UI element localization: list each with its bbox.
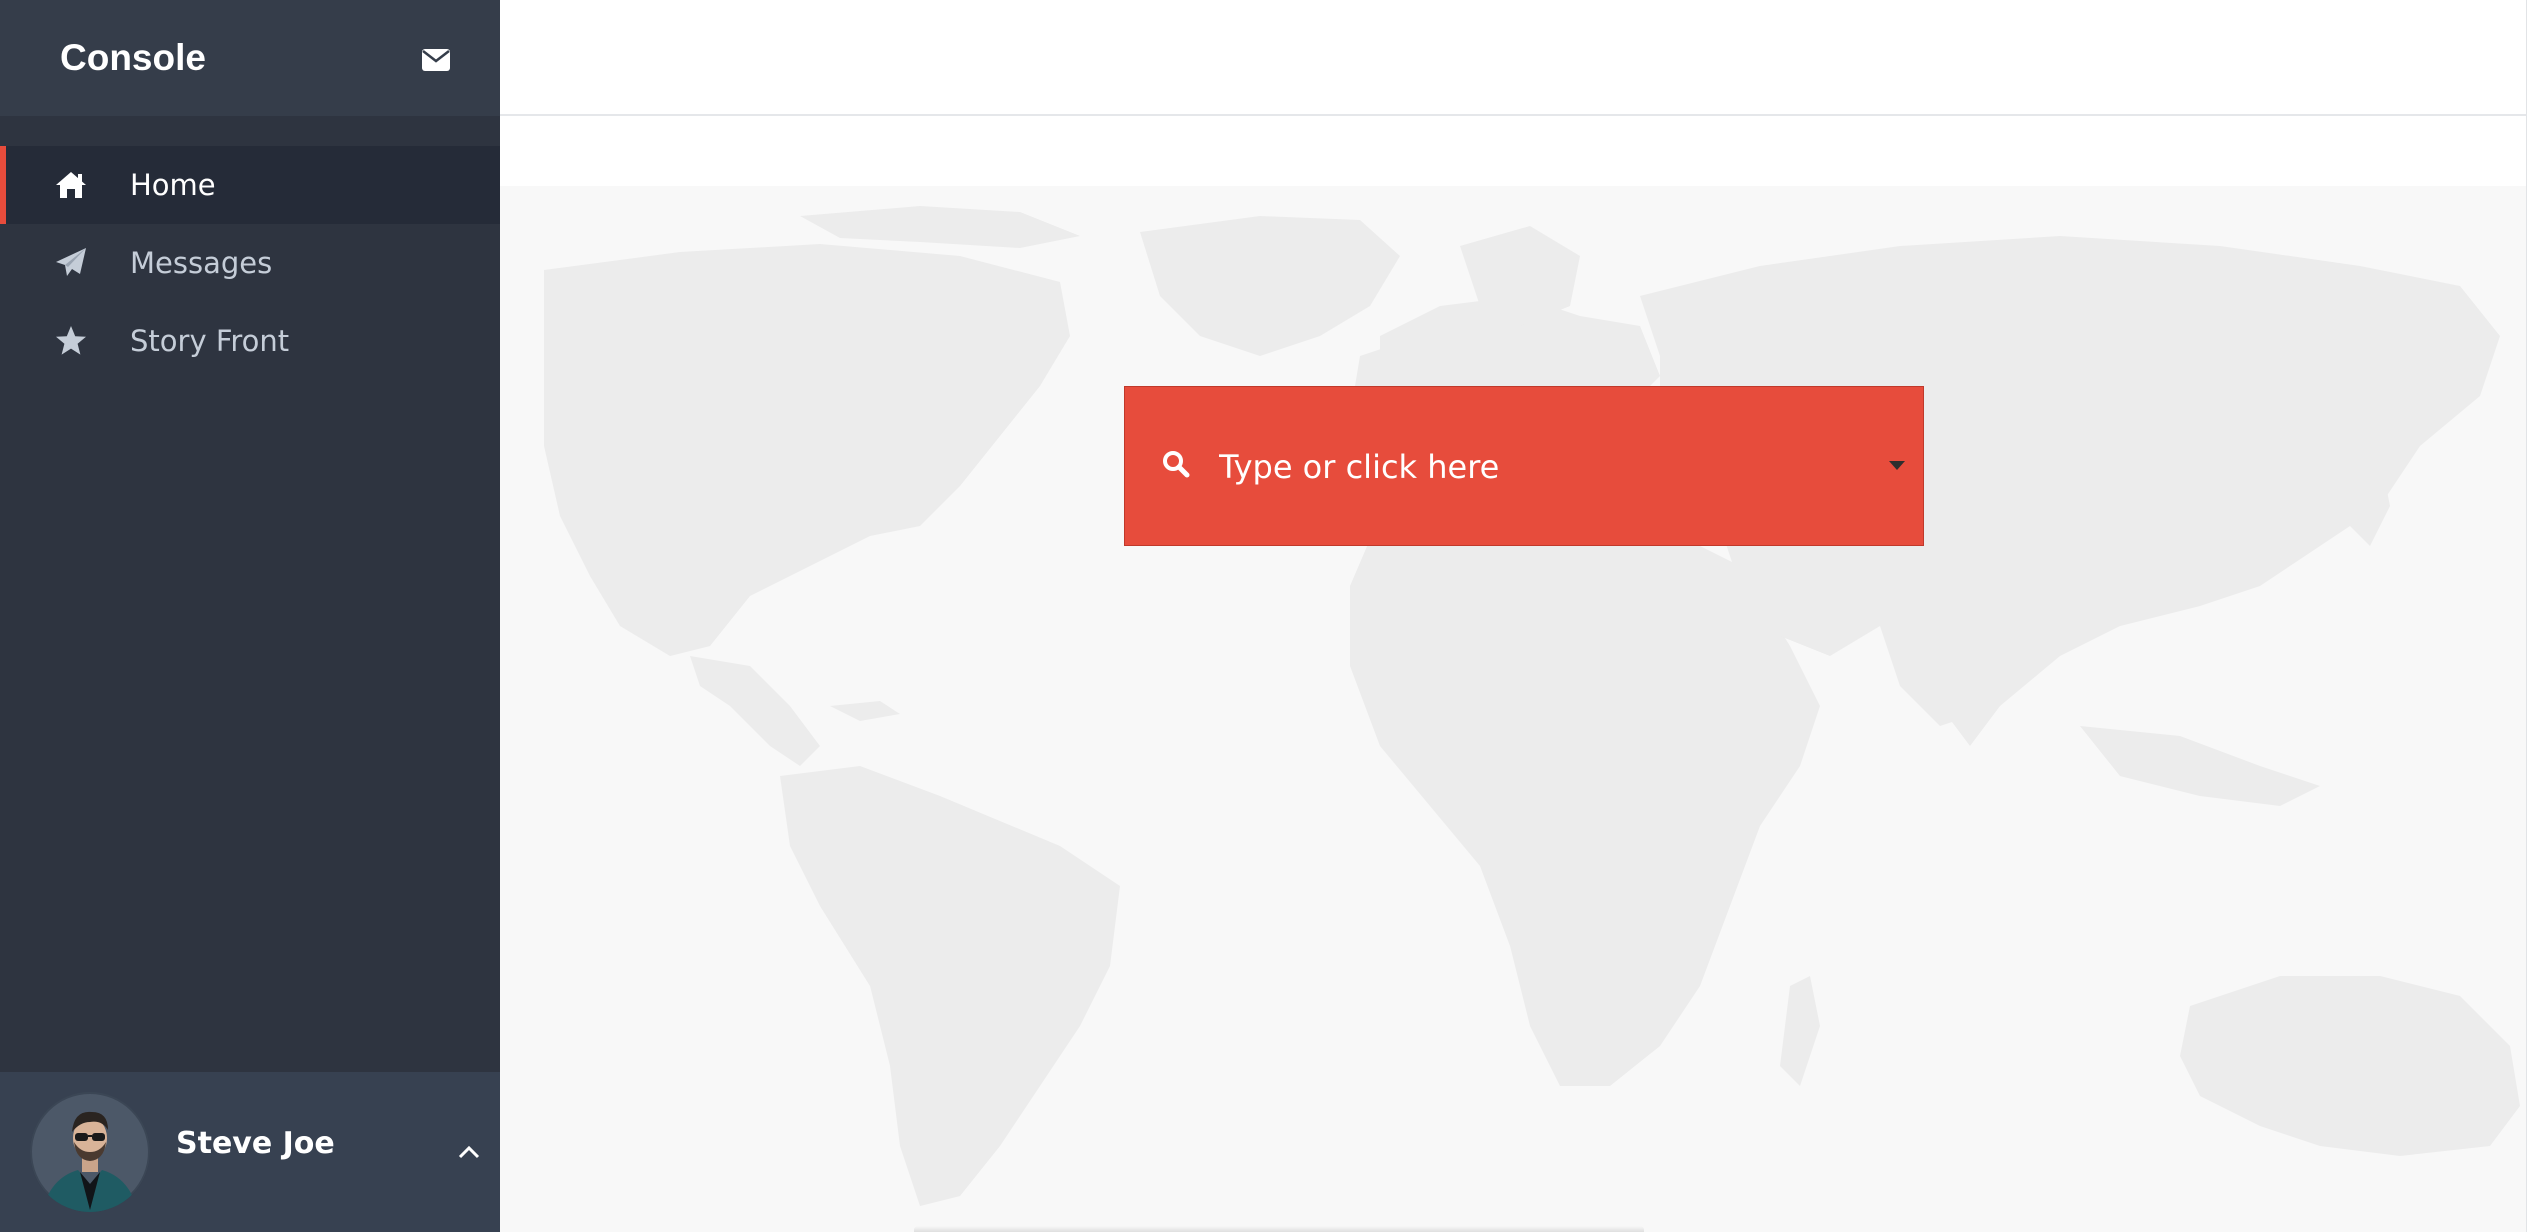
sidebar-item-label: Home — [130, 168, 216, 202]
caret-down-icon[interactable] — [1889, 461, 1905, 471]
home-icon — [56, 172, 86, 198]
avatar-photo — [30, 1092, 150, 1212]
sidebar-item-label: Messages — [130, 246, 273, 280]
sidebar-header: Console — [0, 0, 500, 116]
world-map-background — [544, 206, 2520, 1206]
avatar[interactable] — [30, 1092, 150, 1212]
user-name: Steve Joe — [176, 1126, 335, 1161]
top-bar — [500, 0, 2526, 116]
sidebar-item-messages[interactable]: Messages — [0, 224, 500, 302]
sidebar: Console Home Messages Story Front Steve … — [0, 0, 500, 1232]
search-input[interactable] — [1219, 439, 1839, 495]
search-bar[interactable] — [1124, 386, 1924, 546]
brand-title[interactable]: Console — [60, 34, 206, 82]
sidebar-item-home[interactable]: Home — [0, 146, 500, 224]
main-content — [500, 186, 2526, 1232]
sidebar-nav: Home Messages Story Front — [0, 146, 500, 380]
star-icon — [56, 326, 86, 355]
window-edge — [2526, 0, 2530, 1232]
bottom-card-edge — [914, 1226, 1644, 1232]
sidebar-item-label: Story Front — [130, 324, 290, 358]
sidebar-item-story-front[interactable]: Story Front — [0, 302, 500, 380]
chevron-up-icon[interactable] — [458, 1144, 480, 1160]
user-panel: Steve Joe — [0, 1072, 500, 1232]
search-icon — [1163, 451, 1190, 478]
paper-plane-icon — [56, 248, 86, 276]
envelope-icon[interactable] — [422, 49, 450, 71]
